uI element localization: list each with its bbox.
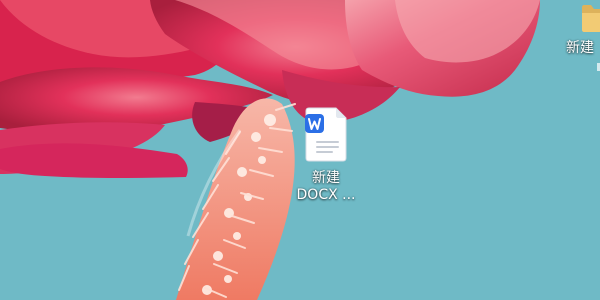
- desktop[interactable]: 新建 DOCX ... 新建: [0, 0, 600, 300]
- desktop-icon-folder[interactable]: 新建: [560, 0, 600, 57]
- wps-writer-doc-icon: [305, 107, 347, 162]
- desktop-icon-docx[interactable]: 新建 DOCX ...: [288, 106, 364, 204]
- folder-icon: [582, 5, 600, 32]
- desktop-icon-label-line: 新建: [566, 40, 594, 56]
- desktop-icon-label-line: DOCX ...: [296, 187, 356, 203]
- desktop-icon-label-line: 新建: [312, 170, 340, 186]
